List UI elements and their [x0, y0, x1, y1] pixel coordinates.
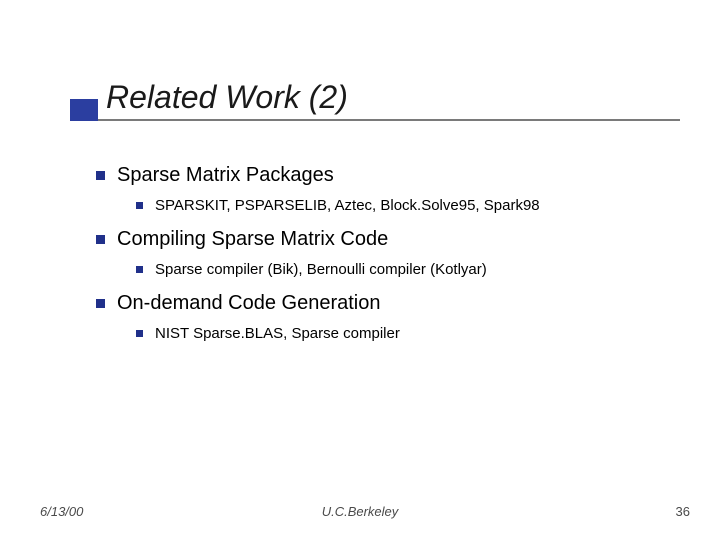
bullet-text: Sparse Matrix Packages	[117, 164, 680, 187]
bullet-text: Sparse compiler (Bik), Bernoulli compile…	[155, 261, 680, 278]
bullet-level1: Sparse Matrix Packages	[96, 164, 680, 187]
slide: Related Work (2) Sparse Matrix Packages …	[0, 0, 720, 540]
square-bullet-icon	[96, 299, 105, 308]
bullet-level2: Sparse compiler (Bik), Bernoulli compile…	[136, 261, 680, 278]
bullet-level1: Compiling Sparse Matrix Code	[96, 228, 680, 251]
bullet-level2: SPARSKIT, PSPARSELIB, Aztec, Block.Solve…	[136, 197, 680, 214]
slide-body: Sparse Matrix Packages SPARSKIT, PSPARSE…	[96, 150, 680, 342]
bullet-text: SPARSKIT, PSPARSELIB, Aztec, Block.Solve…	[155, 197, 680, 214]
footer-page-number: 36	[676, 504, 690, 519]
bullet-text: On-demand Code Generation	[117, 292, 680, 315]
footer-org: U.C.Berkeley	[0, 504, 720, 519]
square-bullet-icon	[136, 202, 143, 209]
title-area: Related Work (2)	[70, 80, 680, 121]
square-bullet-icon	[136, 266, 143, 273]
square-bullet-icon	[96, 171, 105, 180]
slide-title: Related Work (2)	[106, 80, 680, 115]
bullet-text: Compiling Sparse Matrix Code	[117, 228, 680, 251]
square-bullet-icon	[96, 235, 105, 244]
bullet-level1: On-demand Code Generation	[96, 292, 680, 315]
title-accent-box	[70, 99, 98, 121]
title-underline: Related Work (2)	[70, 80, 680, 121]
bullet-level2: NIST Sparse.BLAS, Sparse compiler	[136, 325, 680, 342]
bullet-text: NIST Sparse.BLAS, Sparse compiler	[155, 325, 680, 342]
square-bullet-icon	[136, 330, 143, 337]
footer: 6/13/00 U.C.Berkeley 36	[0, 504, 720, 524]
